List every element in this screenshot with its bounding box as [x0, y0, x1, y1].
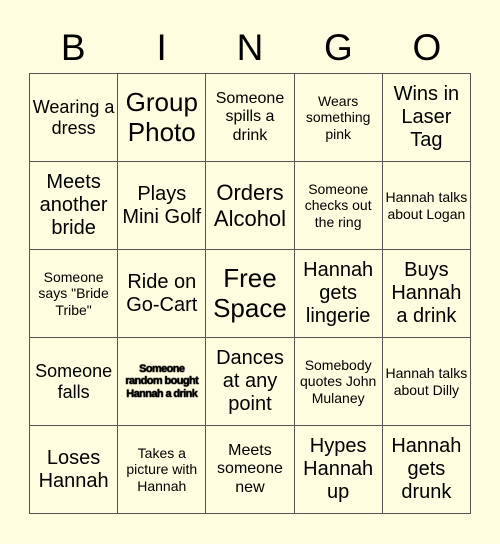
bingo-cell[interactable]: Meets another bride	[28, 161, 119, 250]
bingo-cell[interactable]: Orders Alcohol	[205, 161, 295, 250]
bingo-cell[interactable]: Hannah talks about Dilly	[381, 337, 472, 426]
grid-row: Wearing a dress Group Photo Someone spil…	[28, 73, 472, 162]
bingo-cell[interactable]: Takes a picture with Hannah	[117, 425, 207, 514]
bingo-header: B I N G O	[29, 28, 471, 68]
grid-row: Someone falls Someone random bought Hann…	[28, 337, 472, 426]
bingo-cell[interactable]: Ride on Go-Cart	[117, 249, 207, 338]
bingo-cell[interactable]: Wins in Laser Tag	[381, 73, 472, 162]
bingo-cell[interactable]: Wears something pink	[293, 73, 383, 162]
bingo-cell[interactable]: Hypes Hannah up	[293, 425, 383, 514]
bingo-cell[interactable]: Someone says "Bride Tribe"	[28, 249, 119, 338]
bingo-cell[interactable]: Loses Hannah	[28, 425, 119, 514]
bingo-cell[interactable]: Meets someone new	[205, 425, 295, 514]
bingo-cell[interactable]: Group Photo	[117, 73, 207, 162]
bingo-cell[interactable]: Dances at any point	[205, 337, 295, 426]
free-space-cell[interactable]: Free Space	[205, 249, 295, 338]
bingo-cell[interactable]: Hannah talks about Logan	[381, 161, 472, 250]
header-letter-i: I	[156, 27, 167, 68]
grid-row: Meets another bride Plays Mini Golf Orde…	[28, 161, 472, 250]
bingo-grid: Wearing a dress Group Photo Someone spil…	[28, 73, 472, 514]
header-letter-b: B	[60, 27, 86, 68]
grid-row: Someone says "Bride Tribe" Ride on Go-Ca…	[28, 249, 472, 338]
header-letter-n: N	[236, 27, 264, 68]
bingo-cell[interactable]: Someone falls	[28, 337, 119, 426]
grid-row: Loses Hannah Takes a picture with Hannah…	[28, 425, 472, 514]
bingo-cell[interactable]: Someone spills a drink	[205, 73, 295, 162]
bingo-cell[interactable]: Hannah gets lingerie	[293, 249, 383, 338]
bingo-cell[interactable]: Buys Hannah a drink	[381, 249, 472, 338]
bingo-cell[interactable]: Someone checks out the ring	[293, 161, 383, 250]
bingo-cell[interactable]: Plays Mini Golf	[117, 161, 207, 250]
bingo-cell[interactable]: Hannah gets drunk	[381, 425, 472, 514]
bingo-cell[interactable]: Wearing a dress	[28, 73, 119, 162]
header-letter-g: G	[324, 27, 353, 68]
bingo-cell[interactable]: Somebody quotes John Mulaney	[293, 337, 383, 426]
header-letter-o: O	[412, 27, 442, 68]
bingo-cell[interactable]: Someone random bought Hannah a drink	[117, 337, 207, 426]
